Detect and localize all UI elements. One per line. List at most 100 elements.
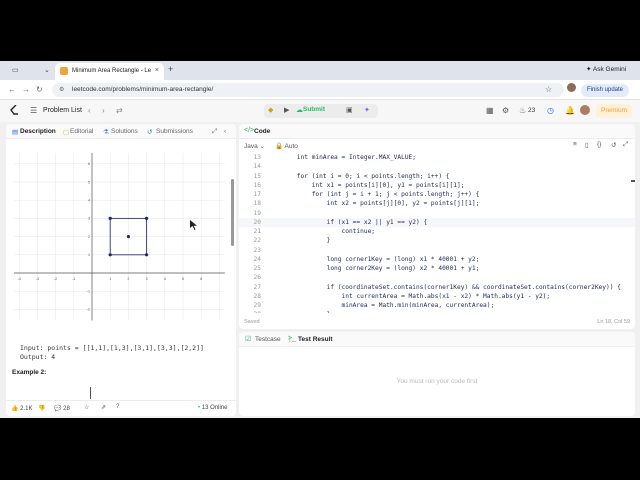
layout-icon[interactable]: ▦ xyxy=(486,106,494,115)
toggle-sidebar-icon[interactable]: ≡ xyxy=(573,141,577,148)
notes-icon[interactable]: ▣ xyxy=(346,106,353,114)
tab-editorial[interactable]: Editorial xyxy=(70,128,93,135)
user-avatar[interactable] xyxy=(580,105,590,115)
tab-submissions[interactable]: Submissions xyxy=(156,128,193,135)
x-tick-label: -4 xyxy=(18,277,21,281)
x-tick-label: 2 xyxy=(127,277,129,281)
ask-gemini-button[interactable]: ✦ Ask Gemini xyxy=(586,65,626,73)
mouse-cursor-icon xyxy=(190,220,197,230)
bookmark-star-icon[interactable]: ☆ xyxy=(545,85,552,94)
url-text: leetcode.com/problems/minimum-area-recta… xyxy=(72,86,214,93)
dislike-icon[interactable]: 👎 xyxy=(38,405,45,412)
test-result-icon: >_ xyxy=(288,335,296,342)
favorite-star-icon[interactable]: ☆ xyxy=(84,404,89,411)
line-number: 18 xyxy=(253,200,261,208)
close-tab-icon[interactable]: × xyxy=(155,67,159,74)
x-tick-label: 3 xyxy=(146,277,148,281)
tab-description-icon: ▤ xyxy=(12,129,19,136)
bookmark-icon[interactable]: ▯ xyxy=(585,141,589,149)
forward-icon[interactable]: → xyxy=(22,85,30,94)
back-icon[interactable]: ← xyxy=(8,85,16,94)
new-tab-button[interactable]: + xyxy=(168,64,173,74)
site-info-icon[interactable]: ⚙ xyxy=(59,86,64,93)
y-tick-label: -1 xyxy=(87,290,90,294)
y-tick-label: 2 xyxy=(88,235,90,239)
x-tick-label: 4 xyxy=(164,277,166,281)
y-tick-label: 3 xyxy=(88,217,90,221)
shuffle-icon[interactable]: ⇄ xyxy=(116,106,123,115)
profile-avatar[interactable] xyxy=(567,83,576,92)
online-count: 13 Online xyxy=(201,405,228,411)
example-1-io: Input: points = [[1,1],[1,3],[3,1],[3,3]… xyxy=(20,344,204,361)
problem-list-link[interactable]: Problem List xyxy=(43,107,82,114)
auto-mode-toggle[interactable]: 🔒 Auto xyxy=(275,142,298,150)
format-code-icon[interactable]: {} xyxy=(597,141,601,148)
run-icon[interactable]: ▶ xyxy=(284,106,289,114)
timer-icon[interactable]: ◷ xyxy=(547,106,554,115)
url-field[interactable]: ⚙ leetcode.com/problems/minimum-area-rec… xyxy=(52,83,564,97)
plot-grid xyxy=(14,152,225,321)
auto-mode-label: Auto xyxy=(284,143,298,150)
plot-point xyxy=(108,216,112,220)
y-tick-label: 1 xyxy=(88,253,90,257)
save-status: Saved xyxy=(244,319,260,325)
notifications-icon[interactable]: 🔔 xyxy=(565,106,575,115)
line-number: 16 xyxy=(253,181,261,189)
finish-update-button[interactable]: Finish update xyxy=(581,84,630,97)
comment-count: 28 xyxy=(63,406,70,412)
x-tick-label: 5 xyxy=(182,277,184,281)
code-line: if (x1 == x2 || y1 == y2) { xyxy=(267,218,428,226)
tab-test-result[interactable]: Test Result xyxy=(298,336,333,343)
like-button[interactable]: 👍 2.1K xyxy=(11,405,32,412)
help-icon[interactable]: ? xyxy=(116,404,119,410)
share-icon[interactable]: ⇗ xyxy=(101,404,106,411)
comments-button[interactable]: 💬 28 xyxy=(54,405,70,412)
plot-point xyxy=(145,216,149,220)
y-tick-label: 4 xyxy=(88,199,90,203)
line-number: 28 xyxy=(253,292,261,300)
example-output: Output: 4 xyxy=(20,352,56,361)
next-problem-icon[interactable]: › xyxy=(102,106,105,115)
reload-icon[interactable]: ↻ xyxy=(36,85,43,94)
tab-search-icon[interactable]: ⌄ xyxy=(44,66,50,74)
prev-problem-icon[interactable]: ‹ xyxy=(88,106,91,115)
code-editor[interactable]: 13 int minArea = Integer.MAX_VALUE; 14 15 … xyxy=(239,153,635,313)
tab-testcase[interactable]: Testcase xyxy=(255,336,281,343)
streak-count[interactable]: 23 xyxy=(528,107,535,114)
leetcode-logo-icon[interactable] xyxy=(10,105,19,116)
description-scrollbar[interactable] xyxy=(231,179,234,246)
editor-status-bar: Saved Ln 18, Col 59 xyxy=(239,317,635,329)
tab-title: Minimum Area Rectangle - Le xyxy=(72,68,152,74)
maximize-icon[interactable]: ⤢ xyxy=(212,128,217,136)
problem-list-icon[interactable]: ☰ xyxy=(30,106,37,115)
streak-flame-icon: ♨ xyxy=(519,106,527,115)
fullscreen-icon[interactable]: ⤢ xyxy=(623,141,628,149)
premium-button[interactable]: Premium xyxy=(596,104,632,118)
code-line: int currentArea = Math.abs(x1 - x2) * Ma… xyxy=(267,292,551,300)
tab-solutions-icon: ⚗ xyxy=(103,129,109,136)
description-panel: ▤ Description ▢ Editorial ⚗ Solutions ↺ … xyxy=(6,124,236,416)
ai-icon[interactable]: ✦ xyxy=(364,106,370,114)
console-panel: ☑ Testcase | >_ Test Result You must run… xyxy=(239,332,635,416)
reset-code-icon[interactable]: ↺ xyxy=(611,141,616,149)
code-line: long corner2Key = (long) x2 * 40001 + y1… xyxy=(267,265,480,272)
workspace: ▤ Description ▢ Editorial ⚗ Solutions ↺ … xyxy=(0,122,640,418)
browser-tab[interactable]: Minimum Area Rectangle - Le × xyxy=(55,63,164,80)
tab-group-icon[interactable]: ▭ xyxy=(12,66,19,74)
settings-icon[interactable]: ⚙ xyxy=(502,106,509,115)
language-select[interactable]: Java ⌄ xyxy=(244,142,265,150)
like-count: 2.1K xyxy=(20,406,33,412)
submit-button[interactable]: Submit xyxy=(303,106,325,113)
collapse-icon[interactable]: ‹ xyxy=(224,128,226,135)
line-number: 14 xyxy=(253,163,261,171)
code-tab[interactable]: Code xyxy=(254,128,270,135)
tab-solutions[interactable]: Solutions xyxy=(111,128,138,135)
leetcode-top-bar: ☰ Problem List ‹ › ⇄ ◆ ▶ ☁ ▣ ✦ Submit ▦ … xyxy=(0,100,640,122)
submit-icon: ☁ xyxy=(296,107,303,114)
code-line: continue; xyxy=(267,228,376,235)
editor-toolbar: Java ⌄ 🔒 Auto ≡ ▯ {} ↺ ⤢ xyxy=(239,139,635,153)
debug-icon[interactable]: ◆ xyxy=(268,106,273,114)
tab-description[interactable]: Description xyxy=(20,128,56,135)
line-number: 20 xyxy=(253,218,261,226)
x-tick-label: -3 xyxy=(36,277,39,281)
